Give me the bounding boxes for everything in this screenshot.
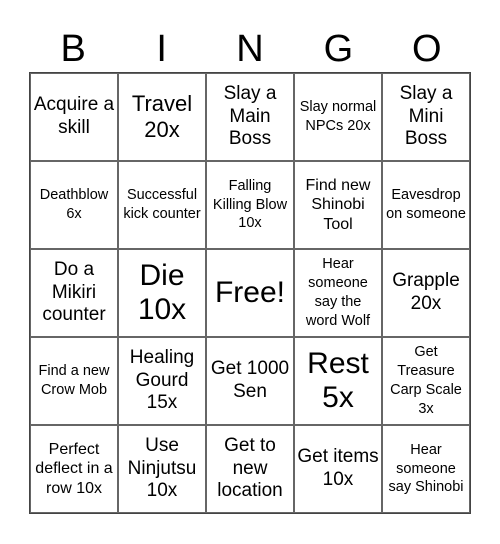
bingo-cell[interactable]: Rest 5x bbox=[294, 337, 382, 425]
bingo-cell[interactable]: Eavesdrop on someone bbox=[382, 161, 470, 249]
bingo-cell[interactable]: Perfect deflect in a row 10x bbox=[30, 425, 118, 513]
bingo-cell[interactable]: Slay normal NPCs 20x bbox=[294, 73, 382, 161]
bingo-cell[interactable]: Healing Gourd 15x bbox=[118, 337, 206, 425]
header-letter-b: B bbox=[60, 28, 86, 70]
bingo-cell[interactable]: Find a new Crow Mob bbox=[30, 337, 118, 425]
free-space[interactable]: Free! bbox=[206, 249, 294, 337]
header-letter-g: G bbox=[323, 28, 354, 70]
bingo-cell[interactable]: Travel 20x bbox=[118, 73, 206, 161]
header-letter-i: I bbox=[156, 28, 167, 70]
bingo-cell[interactable]: Hear someone say the word Wolf bbox=[294, 249, 382, 337]
bingo-cell[interactable]: Get 1000 Sen bbox=[206, 337, 294, 425]
bingo-cell[interactable]: Falling Killing Blow 10x bbox=[206, 161, 294, 249]
bingo-cell[interactable]: Successful kick counter bbox=[118, 161, 206, 249]
bingo-cell[interactable]: Get to new location bbox=[206, 425, 294, 513]
header-letter-o: O bbox=[412, 28, 442, 70]
bingo-cell[interactable]: Find new Shinobi Tool bbox=[294, 161, 382, 249]
header-letter-n: N bbox=[236, 28, 264, 70]
bingo-grid: Acquire a skill Travel 20x Slay a Main B… bbox=[29, 72, 471, 514]
bingo-cell[interactable]: Slay a Main Boss bbox=[206, 73, 294, 161]
bingo-cell[interactable]: Deathblow 6x bbox=[30, 161, 118, 249]
bingo-cell[interactable]: Get items 10x bbox=[294, 425, 382, 513]
bingo-cell[interactable]: Use Ninjutsu 10x bbox=[118, 425, 206, 513]
bingo-cell[interactable]: Grapple 20x bbox=[382, 249, 470, 337]
bingo-cell[interactable]: Get Treasure Carp Scale 3x bbox=[382, 337, 470, 425]
bingo-cell[interactable]: Die 10x bbox=[118, 249, 206, 337]
bingo-cell[interactable]: Slay a Mini Boss bbox=[382, 73, 470, 161]
bingo-header: B I N G O bbox=[29, 26, 471, 72]
bingo-cell[interactable]: Do a Mikiri counter bbox=[30, 249, 118, 337]
bingo-cell[interactable]: Acquire a skill bbox=[30, 73, 118, 161]
bingo-cell[interactable]: Hear someone say Shinobi bbox=[382, 425, 470, 513]
